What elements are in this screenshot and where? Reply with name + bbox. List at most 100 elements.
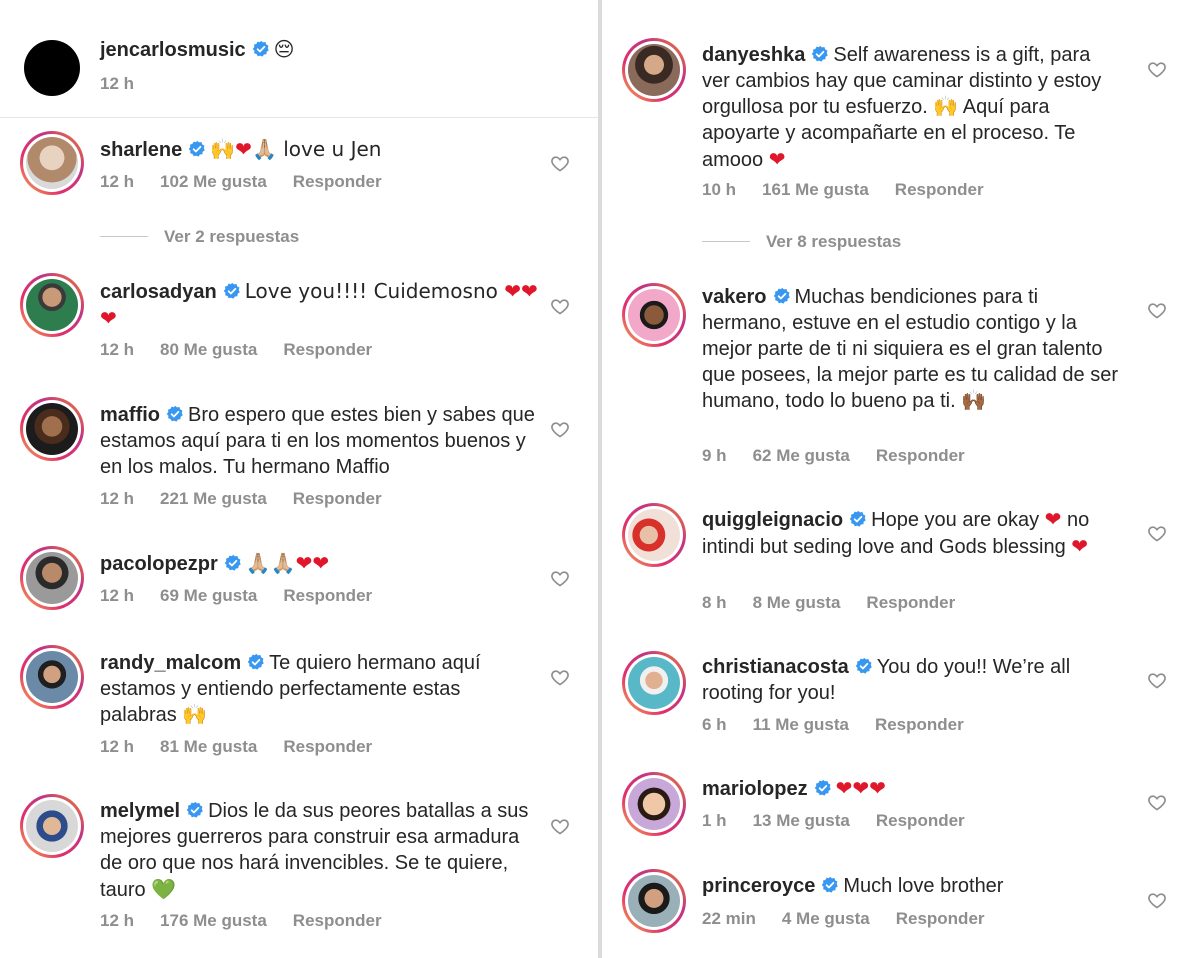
replies-line xyxy=(702,241,750,242)
like-heart-icon[interactable] xyxy=(1147,59,1167,79)
view-replies-button[interactable]: Ver 2 respuestas xyxy=(100,227,299,247)
comment-body: 🙏🏼🙏🏼❤❤ xyxy=(245,551,330,575)
likes-count-button[interactable]: 161 Me gusta xyxy=(762,180,869,199)
reply-button[interactable]: Responder xyxy=(293,911,382,930)
like-heart-icon[interactable] xyxy=(1147,670,1167,690)
comment-username[interactable]: sharlene xyxy=(100,139,182,161)
like-heart-icon[interactable] xyxy=(550,153,570,173)
like-heart-icon[interactable] xyxy=(550,419,570,439)
comment-meta: 10 h 161 Me gusta Responder xyxy=(702,180,1010,200)
avatar[interactable] xyxy=(20,397,84,461)
reply-button[interactable]: Responder xyxy=(293,172,382,191)
verified-icon xyxy=(188,140,206,158)
like-heart-icon[interactable] xyxy=(1147,792,1167,812)
verified-icon xyxy=(814,779,832,797)
comment-text: princeroyce Much love brother xyxy=(702,873,1122,899)
comment-time: 8 h xyxy=(702,593,727,612)
comment-meta: 12 h 221 Me gusta Responder xyxy=(100,489,408,509)
reply-button[interactable]: Responder xyxy=(896,909,985,928)
like-heart-icon[interactable] xyxy=(550,568,570,588)
comment-time: 12 h xyxy=(100,489,135,508)
comment-text: mariolopez ❤❤❤ xyxy=(702,775,1122,802)
view-replies-button[interactable]: Ver 8 respuestas xyxy=(702,232,901,252)
comment-username[interactable]: melymel xyxy=(100,800,180,822)
likes-count-button[interactable]: 13 Me gusta xyxy=(753,811,850,830)
view-replies-label: Ver 8 respuestas xyxy=(766,232,902,251)
comment-username[interactable]: vakero xyxy=(702,286,767,308)
reply-button[interactable]: Responder xyxy=(283,340,372,359)
comment-username[interactable]: randy_malcom xyxy=(100,652,241,674)
like-heart-icon[interactable] xyxy=(550,816,570,836)
verified-icon xyxy=(186,801,204,819)
reply-button[interactable]: Responder xyxy=(283,737,372,756)
like-heart-icon[interactable] xyxy=(550,296,570,316)
post-time: 12 h xyxy=(100,74,135,93)
post-meta: 12 h xyxy=(100,74,160,94)
likes-count-button[interactable]: 62 Me gusta xyxy=(753,446,850,465)
comment-time: 12 h xyxy=(100,911,135,930)
avatar[interactable] xyxy=(622,651,686,715)
avatar[interactable] xyxy=(20,131,84,195)
post-author-avatar[interactable] xyxy=(24,40,80,96)
comment-text: melymel Dios le da sus peores batallas a … xyxy=(100,798,540,903)
verified-icon xyxy=(855,657,873,675)
like-heart-icon[interactable] xyxy=(1147,300,1167,320)
avatar[interactable] xyxy=(622,283,686,347)
post-author-username[interactable]: jencarlosmusic xyxy=(100,39,246,61)
avatar[interactable] xyxy=(20,794,84,858)
avatar[interactable] xyxy=(20,645,84,709)
comment-username[interactable]: quiggleignacio xyxy=(702,509,843,531)
left-column: jencarlosmusic 😔 12 h sharlene 🙌❤🙏🏼 love u… xyxy=(0,0,598,958)
reply-button[interactable]: Responder xyxy=(895,180,984,199)
likes-count-button[interactable]: 69 Me gusta xyxy=(160,586,257,605)
likes-count-button[interactable]: 221 Me gusta xyxy=(160,489,267,508)
likes-count-button[interactable]: 4 Me gusta xyxy=(782,909,870,928)
reply-button[interactable]: Responder xyxy=(876,446,965,465)
verified-icon xyxy=(224,554,242,572)
like-heart-icon[interactable] xyxy=(1147,523,1167,543)
avatar[interactable] xyxy=(20,546,84,610)
verified-icon xyxy=(821,876,839,894)
comment-username[interactable]: carlosadyan xyxy=(100,281,217,303)
comment-meta: 12 h 81 Me gusta Responder xyxy=(100,737,398,757)
comment-meta: 6 h 11 Me gusta Responder xyxy=(702,715,990,735)
like-heart-icon[interactable] xyxy=(1147,890,1167,910)
likes-count-button[interactable]: 80 Me gusta xyxy=(160,340,257,359)
reply-button[interactable]: Responder xyxy=(293,489,382,508)
comment-body: Much love brother xyxy=(843,875,1004,897)
comment-username[interactable]: danyeshka xyxy=(702,44,805,66)
likes-count-button[interactable]: 176 Me gusta xyxy=(160,911,267,930)
reply-button[interactable]: Responder xyxy=(876,811,965,830)
comment-text: sharlene 🙌❤🙏🏼 love u Jen xyxy=(100,136,540,163)
comment-username[interactable]: maffio xyxy=(100,404,160,426)
likes-count-button[interactable]: 81 Me gusta xyxy=(160,737,257,756)
verified-icon xyxy=(849,510,867,528)
reply-button[interactable]: Responder xyxy=(866,593,955,612)
comment-time: 12 h xyxy=(100,172,135,191)
comment-meta: 22 min 4 Me gusta Responder xyxy=(702,909,1011,929)
post-caption: jencarlosmusic 😔 xyxy=(100,36,294,63)
comment-username[interactable]: christianacosta xyxy=(702,656,849,678)
likes-count-button[interactable]: 11 Me gusta xyxy=(753,715,849,734)
comment-body: ❤❤❤ xyxy=(835,776,886,800)
avatar[interactable] xyxy=(622,503,686,567)
comment-text: pacolopezpr 🙏🏼🙏🏼❤❤ xyxy=(100,550,540,577)
verified-icon xyxy=(223,282,241,300)
avatar[interactable] xyxy=(622,772,686,836)
comment-username[interactable]: mariolopez xyxy=(702,778,808,800)
reply-button[interactable]: Responder xyxy=(283,586,372,605)
avatar[interactable] xyxy=(20,273,84,337)
comment-meta: 12 h 69 Me gusta Responder xyxy=(100,586,398,606)
comment-text: christianacosta You do you!! We’re all ro… xyxy=(702,654,1122,706)
comment-time: 6 h xyxy=(702,715,727,734)
caption-emoji: 😔 xyxy=(273,37,295,61)
reply-button[interactable]: Responder xyxy=(875,715,964,734)
comment-username[interactable]: princeroyce xyxy=(702,875,815,897)
comment-meta: 9 h 62 Me gusta Responder xyxy=(702,446,991,466)
likes-count-button[interactable]: 8 Me gusta xyxy=(753,593,841,612)
comment-username[interactable]: pacolopezpr xyxy=(100,553,218,575)
avatar[interactable] xyxy=(622,38,686,102)
like-heart-icon[interactable] xyxy=(550,667,570,687)
avatar[interactable] xyxy=(622,869,686,933)
likes-count-button[interactable]: 102 Me gusta xyxy=(160,172,267,191)
